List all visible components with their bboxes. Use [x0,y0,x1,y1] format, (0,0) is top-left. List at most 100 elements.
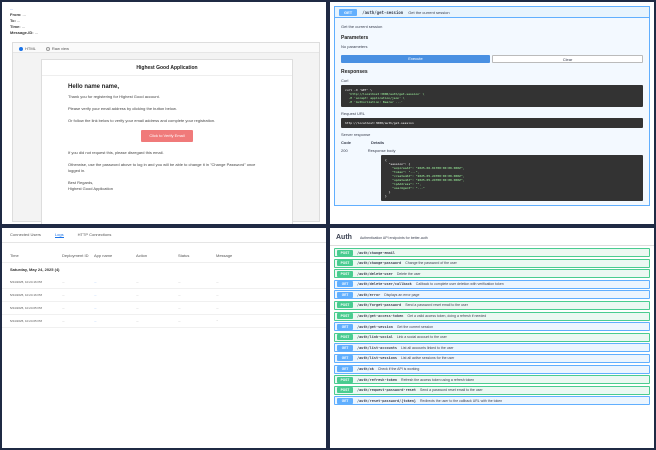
column-action[interactable]: Action [136,253,178,258]
execute-button[interactable]: Execute [341,55,490,63]
cell-time: 5/24/2025, 10:24:16 PM [10,280,43,284]
auth-title: Auth [336,234,352,241]
operation-row[interactable]: POST/auth/get-access-token Get a valid ac… [334,311,650,321]
operation-row[interactable]: POST/auth/link-social Link a social accou… [334,332,650,342]
server-response-label: Server response [341,132,371,137]
operation-row[interactable]: GET/auth/error Displays an error page [334,290,650,300]
cell-app-link[interactable]: ... [94,319,136,323]
operation-summary: Change the password of the user [405,261,457,266]
no-parameters-text: No parameters [341,44,368,49]
cell-action: ... [136,280,139,284]
auth-section-header[interactable]: Auth Authentication API endpoints for be… [330,228,654,246]
operation-row[interactable]: GET/auth/reset-password/{token} Redirects… [334,396,650,406]
operation-row[interactable]: GET/auth/delete-user/callback Callback to… [334,279,650,289]
column-app-name[interactable]: App name [94,253,136,258]
responses-heading: Responses [341,69,368,75]
method-badge: POST [337,334,353,341]
method-badge: POST [337,302,353,309]
day-group-heading[interactable]: Saturday, May 24, 2025 (4) [2,263,326,276]
method-badge: GET [337,344,353,351]
table-row[interactable]: 5/24/2025, 10:24:16 PM ... ... ... ... .… [2,276,326,289]
method-badge: POST [337,376,353,383]
method-badge: POST [337,249,353,256]
operation-summary: Send a password reset email to the user [420,388,483,393]
auth-operations-panel: Auth Authentication API endpoints for be… [330,228,654,448]
view-tab-raw[interactable]: Raw view [45,46,69,51]
operation-row[interactable]: POST/auth/forget-password Send a password… [334,300,650,310]
column-status[interactable]: Status [178,253,216,258]
operation-summary: Displays an error page [384,292,420,297]
operation-description: Get the current session [341,24,383,29]
operation-row[interactable]: POST/auth/change-email [334,248,650,257]
swagger-response-panel: GET /auth/get-session Get the current se… [330,2,654,224]
cell-status: ... [178,293,181,297]
operation-row[interactable]: POST/auth/change-password Change the pass… [334,258,650,268]
operation-row[interactable]: GET/auth/ok Check if the API is working [334,364,650,374]
operation-row[interactable]: POST/auth/refresh-token Refresh the acces… [334,375,650,385]
logs-tabs: Connected Users Logs HTTP Connections [2,228,326,243]
operation-summary: Get the current session [408,9,450,15]
radio-selected-icon [19,47,23,51]
cell-message-long: ... [216,319,219,322]
operation-path: /auth/change-email [357,250,395,255]
method-badge: POST [337,313,353,320]
email-meta: ... From: ... To: ... Time: ... Message-… [2,2,326,40]
column-message[interactable]: Message [216,253,316,258]
table-row[interactable]: 5/24/2025, 10:24:16 PM ... ... ... ... .… [2,289,326,302]
table-row[interactable]: 5/24/2025, 10:24:05 PM ... ... ... ... .… [2,302,326,315]
column-time[interactable]: Time [10,253,62,258]
operation-summary: Delete the user [396,271,421,276]
column-deployment-id[interactable]: Deployment ID [62,253,94,258]
operation-summary: Get a valid access token, doing a refres… [407,314,487,319]
clear-button[interactable]: Clear [492,55,643,63]
operation-summary: List all accounts linked to the user [401,345,454,350]
operation-summary: Send a password reset email to the user [405,303,468,308]
email-from: ... [22,12,26,17]
operation-path: /auth/request-password-reset [357,388,417,393]
email-view-tabs: HTML Raw view [13,43,319,53]
email-frame: HTML Raw view Highest Good Application H… [12,42,320,224]
method-badge: POST [337,260,353,267]
operation-path: /auth/refresh-token [357,377,398,382]
operation-path: /auth/delete-user [357,271,393,276]
operation-row[interactable]: POST/auth/delete-user Delete the user [334,269,650,279]
operation-path: /auth/get-session [357,324,393,329]
operation-bar[interactable]: GET /auth/get-session Get the current se… [334,6,650,18]
email-card: Highest Good Application Hello name name… [41,59,293,224]
operation-path: /auth/change-password [357,261,402,266]
operation-summary: Link a social account to the user [396,335,447,340]
response-code: 200 [341,148,348,153]
cell-message: ... [216,293,219,297]
operation-path: /auth/delete-user/callback [357,282,412,287]
table-row[interactable]: 5/24/2025, 10:24:05 PM ... ... ... ... .… [2,315,326,328]
cell-app-link[interactable]: ... [94,293,136,297]
code-header: Code [341,140,351,145]
curl-code: curl -X 'GET' \ 'http://localhost:3000/a… [341,85,643,107]
operation-row[interactable]: GET/auth/list-sessions List all active se… [334,353,650,363]
verify-email-button[interactable]: Click to Verify Email [141,130,193,142]
operation-row[interactable]: POST/auth/request-password-reset Send a p… [334,385,650,395]
response-row: 200 Response body [341,148,643,153]
operation-path: /auth/get-session [362,9,404,15]
operation-details: Get the current session Parameters No pa… [334,18,650,206]
cell-app-link[interactable]: ... [94,306,136,310]
method-badge: GET [337,291,353,298]
view-tab-html[interactable]: HTML [19,46,36,51]
operation-summary: Get the current session [396,324,434,329]
tab-http-connections[interactable]: HTTP Connections [78,232,112,238]
email-preview-panel: ... From: ... To: ... Time: ... Message-… [2,2,326,224]
email-time: ... [21,24,26,29]
response-body: { "session": { "expiresAt": "2025-06-01T… [381,155,643,201]
tab-logs[interactable]: Logs [54,232,64,238]
method-badge: POST [337,270,353,277]
email-paragraph: Please verify your email address by clic… [68,106,177,111]
method-badge: GET [337,397,353,404]
method-badge: GET [339,8,358,16]
cell-action: ... [136,293,139,297]
operation-path: /auth/error [357,292,381,297]
cell-app-link[interactable]: ... [94,280,136,284]
cell-status: ... [178,319,181,323]
operation-row[interactable]: GET/auth/list-accounts List all accounts … [334,343,650,353]
tab-connected-users[interactable]: Connected Users [10,232,41,238]
operation-row[interactable]: GET/auth/get-session Get the current sess… [334,322,650,332]
